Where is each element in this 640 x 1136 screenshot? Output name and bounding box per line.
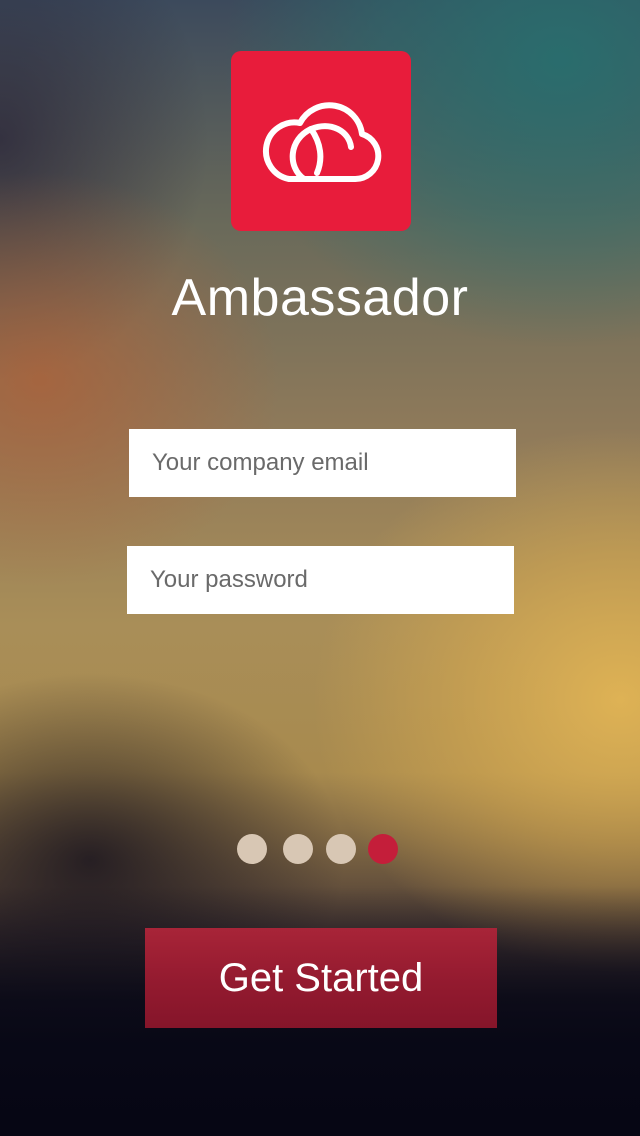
password-field[interactable] [127, 546, 514, 614]
app-title: Ambassador [171, 269, 469, 327]
page-dot[interactable] [326, 834, 356, 864]
page-indicator [237, 834, 399, 864]
page-dot-active[interactable] [368, 834, 398, 864]
get-started-button[interactable]: Get Started [145, 928, 497, 1028]
cloud-logo-icon [262, 102, 382, 183]
email-field[interactable] [129, 429, 516, 497]
page-dot[interactable] [237, 834, 267, 864]
app-logo [231, 51, 411, 231]
page-dot[interactable] [283, 834, 313, 864]
login-screen: Ambassador Get Started [0, 0, 640, 1136]
